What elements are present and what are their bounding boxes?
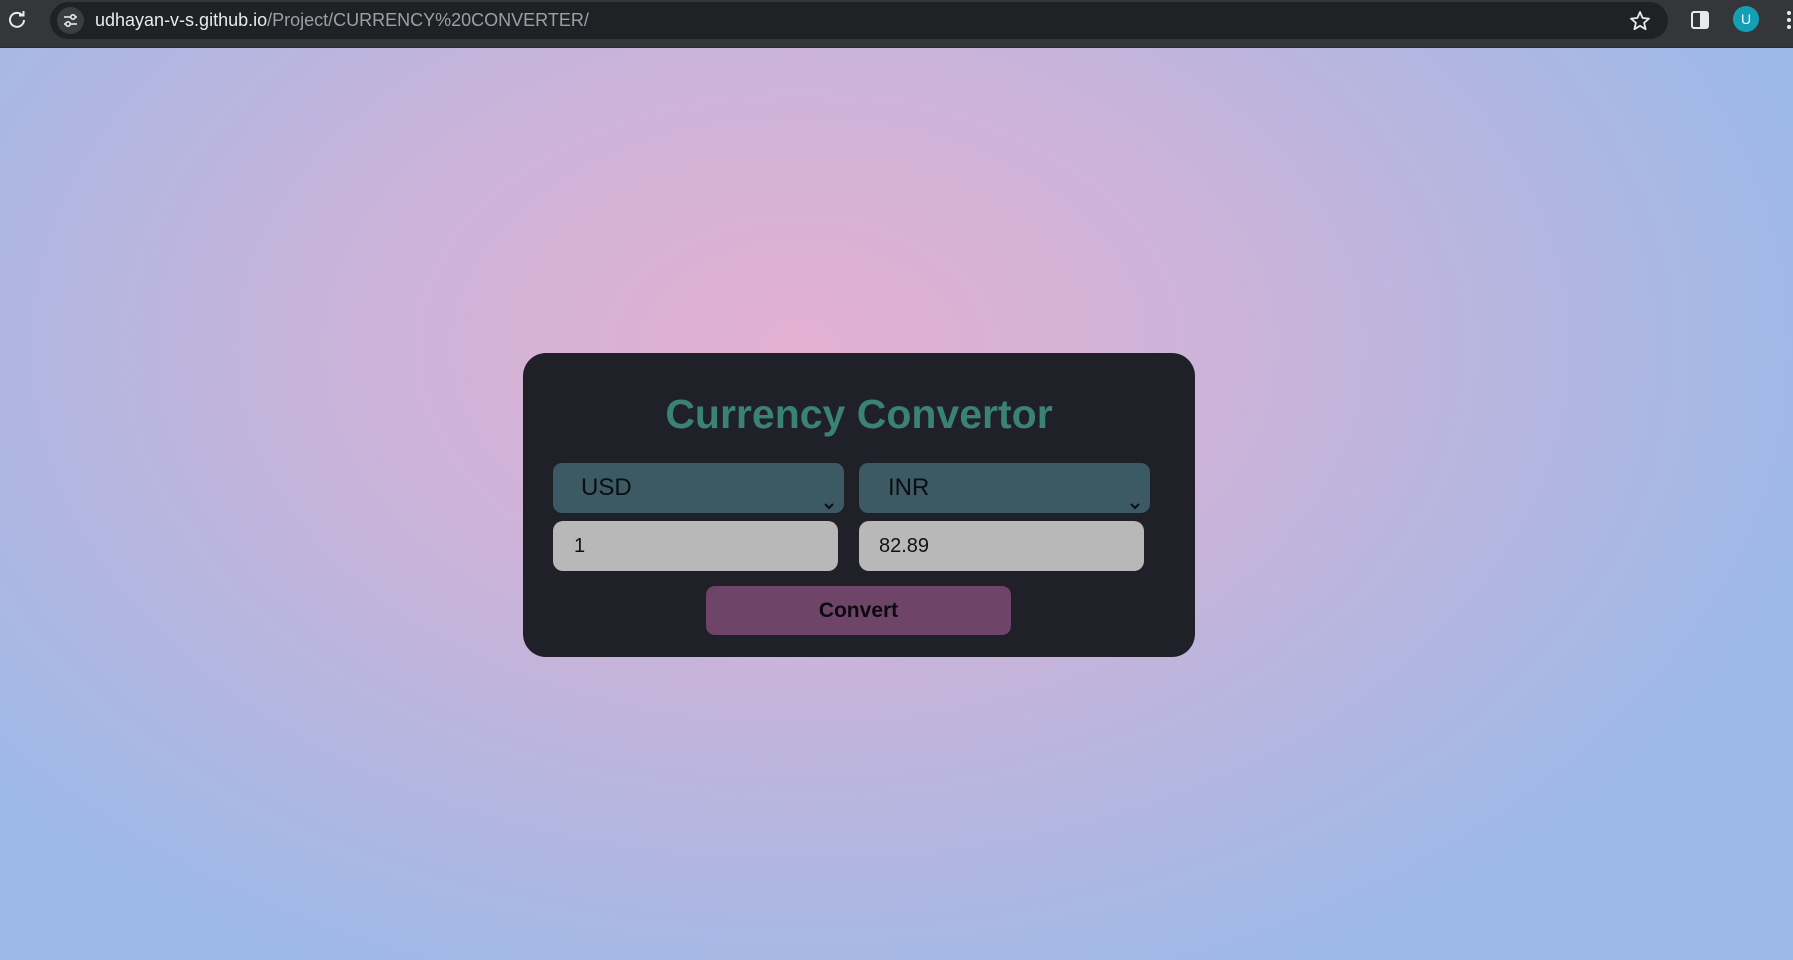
url-host: udhayan-v-s.github.io <box>95 10 268 30</box>
page-background: Currency Convertor USD INR 1 82.89 Conve… <box>0 48 1793 960</box>
chevron-down-icon <box>1128 481 1142 510</box>
side-panel-icon[interactable] <box>1689 9 1711 31</box>
site-info-icon[interactable] <box>57 7 84 34</box>
profile-avatar[interactable]: U <box>1733 6 1759 32</box>
chevron-down-icon <box>822 481 836 510</box>
to-currency-value: INR <box>888 474 930 501</box>
page-title: Currency Convertor <box>665 391 1053 437</box>
to-amount-input[interactable]: 82.89 <box>859 521 1144 571</box>
from-currency-select[interactable]: USD <box>553 463 844 513</box>
convert-button[interactable]: Convert <box>706 586 1011 635</box>
url-path: /Project/CURRENCY%20CONVERTER/ <box>267 10 589 30</box>
more-menu-icon[interactable] <box>1785 9 1793 31</box>
from-amount-input[interactable]: 1 <box>553 521 838 571</box>
star-icon[interactable] <box>1628 9 1652 33</box>
address-bar[interactable]: udhayan-v-s.github.io/Project/CURRENCY%2… <box>50 2 1668 39</box>
from-currency-value: USD <box>581 474 632 501</box>
browser-toolbar: udhayan-v-s.github.io/Project/CURRENCY%2… <box>0 0 1793 48</box>
to-currency-select[interactable]: INR <box>859 463 1150 513</box>
reload-icon[interactable] <box>6 8 28 30</box>
converter-card: Currency Convertor USD INR 1 82.89 Conve… <box>523 353 1195 657</box>
url-text[interactable]: udhayan-v-s.github.io/Project/CURRENCY%2… <box>95 2 589 39</box>
